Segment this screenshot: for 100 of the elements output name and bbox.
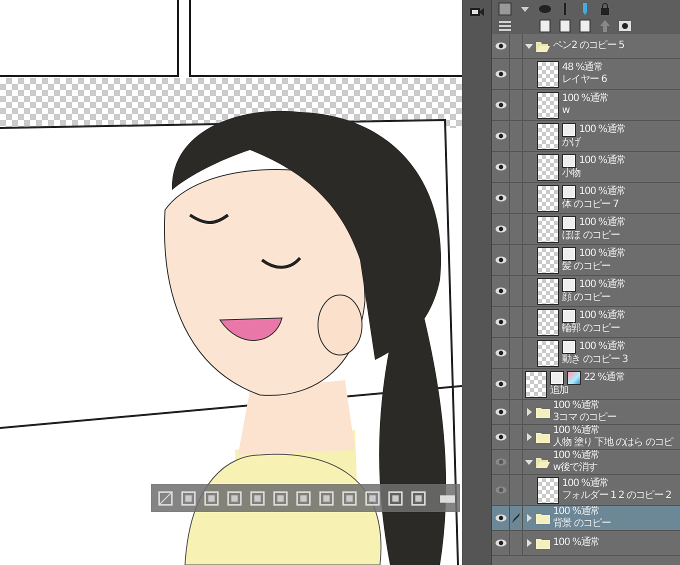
- eye-icon[interactable]: [494, 433, 506, 441]
- mask-thumbnail: [562, 185, 576, 199]
- blend-opacity-label: 100 %通常: [579, 217, 626, 229]
- blend-opacity-label: 100 %通常: [579, 310, 626, 322]
- eye-icon[interactable]: [494, 132, 506, 140]
- eye-icon[interactable]: [494, 225, 506, 233]
- layer-name: 3コマ のコピー: [553, 412, 616, 424]
- mask-thumbnail: [550, 371, 564, 385]
- layer-row[interactable]: 100 %通常 w: [492, 90, 680, 121]
- layer-name: レイヤー 6: [562, 74, 607, 86]
- layer-name: 髪 のコピー: [562, 261, 612, 273]
- blend-opacity-label: 100 %通常: [579, 248, 626, 260]
- folder-icon: [536, 432, 550, 442]
- new-page-icon[interactable]: [538, 18, 552, 32]
- eye-icon[interactable]: [494, 349, 506, 357]
- folder-icon: [536, 456, 550, 468]
- expand-arrow-icon[interactable]: [525, 514, 533, 522]
- layer-row[interactable]: ペン2 のコピー 5: [492, 34, 680, 59]
- pen-icon: [511, 512, 521, 524]
- layer-row[interactable]: 100 %通常 人物 塗り 下地 のはら のコピ: [492, 425, 680, 450]
- blend-opacity-label: 100 %通常: [579, 124, 626, 136]
- layer-row[interactable]: 100 %通常 w後で消す: [492, 450, 680, 475]
- mask-thumbnail: [562, 247, 576, 261]
- layer-row[interactable]: 100 %通常 3コマ のコピー: [492, 400, 680, 425]
- layer-row[interactable]: 100 %通常 小物: [492, 152, 680, 183]
- expand-arrow-icon[interactable]: [525, 539, 533, 547]
- eye-icon[interactable]: [494, 539, 506, 547]
- eye-icon[interactable]: [494, 70, 506, 78]
- layer-name: 動き のコピー 3: [562, 354, 628, 366]
- layer-thumbnail: [537, 476, 559, 504]
- layer-row[interactable]: 100 %通常 輪郭 のコピー: [492, 307, 680, 338]
- mask-thumbnail: [562, 154, 576, 168]
- layer-name: 顔 のコピー: [562, 292, 612, 304]
- mask-thumbnail: [562, 309, 576, 323]
- camera-icon[interactable]: [468, 6, 484, 18]
- blend-opacity-label: 100 %通常: [553, 537, 600, 549]
- eye-icon[interactable]: [494, 42, 506, 50]
- blend-opacity-label: 22 %通常: [584, 372, 625, 384]
- layer-row[interactable]: 22 %通常 追加: [492, 369, 680, 400]
- mask-thumbnail: [562, 123, 576, 137]
- eye-icon[interactable]: [494, 318, 506, 326]
- layer-row[interactable]: 100 %通常 ほほ のコピー: [492, 214, 680, 245]
- eye-icon[interactable]: [494, 194, 506, 202]
- folder-icon: [536, 512, 550, 524]
- expand-arrow-icon[interactable]: [525, 408, 533, 416]
- layer-name: w後で消す: [553, 462, 598, 474]
- folder-icon: [536, 406, 550, 418]
- new-page-icon[interactable]: [558, 18, 572, 32]
- layer-row[interactable]: 48 %通常 レイヤー 6: [492, 59, 680, 90]
- blend-opacity-label: 100 %通常: [562, 93, 608, 105]
- diagonal-tool-icon[interactable]: [157, 490, 174, 506]
- blend-opacity-label: 100 %通常: [553, 400, 600, 412]
- mask-icon[interactable]: [618, 18, 632, 32]
- eye-icon[interactable]: [494, 380, 506, 388]
- layer-thumbnail: [525, 370, 547, 398]
- layer-row[interactable]: 100 %通常 髪 のコピー: [492, 245, 680, 276]
- blend-opacity-label: 100 %通常: [553, 506, 600, 518]
- layers-icon[interactable]: [498, 18, 512, 32]
- layer-thumbnail: [537, 122, 559, 150]
- eye-icon[interactable]: [494, 287, 506, 295]
- eye-icon[interactable]: [494, 101, 506, 109]
- layer-thumbnail: [537, 278, 559, 304]
- layer-name: フォルダー 1 2 のコピー 2: [562, 490, 672, 502]
- color-thumbnail: [567, 371, 581, 385]
- eye-icon[interactable]: [494, 408, 506, 416]
- layer-name: 輪郭 のコピー: [562, 323, 621, 335]
- blend-opacity-label: 100 %通常: [579, 155, 626, 167]
- layer-row[interactable]: 100 %通常 体 のコピー 7: [492, 183, 680, 214]
- eye-icon[interactable]: [494, 163, 506, 171]
- blend-opacity-label: 100 %通常: [579, 279, 626, 291]
- layer-row[interactable]: 100 %通常 顔 のコピー: [492, 276, 680, 307]
- expand-arrow-icon[interactable]: [525, 42, 533, 50]
- layer-name: 追加: [550, 385, 570, 397]
- layer-thumbnail: [537, 308, 559, 336]
- layer-row[interactable]: 100 %通常 フォルダー 1 2 のコピー 2: [492, 475, 680, 506]
- expand-arrow-icon[interactable]: [525, 433, 533, 441]
- layer-thumbnail: [537, 340, 559, 366]
- layer-name: かげ: [562, 137, 582, 149]
- mask-thumbnail: [562, 340, 576, 354]
- folder-icon: [536, 538, 550, 548]
- blend-opacity-label: 100 %通常: [553, 425, 600, 437]
- layer-row[interactable]: 100 %通常 動き のコピー 3: [492, 338, 680, 369]
- layer-thumbnail: [537, 216, 559, 242]
- eye-icon[interactable]: [494, 514, 506, 522]
- layer-row[interactable]: 100 %通常 背景 のコピー: [492, 506, 680, 531]
- color-swatch-icon[interactable]: [498, 2, 512, 16]
- layer-name: ペン2 のコピー 5: [553, 40, 624, 52]
- mask-thumbnail: [562, 278, 576, 292]
- lock-icon[interactable]: [598, 2, 612, 16]
- copy-pages-icon[interactable]: [578, 18, 592, 32]
- eye-icon[interactable]: [494, 256, 506, 264]
- layer-row[interactable]: 100 %通常: [492, 531, 680, 556]
- blend-opacity-label: 100 %通常: [579, 186, 626, 198]
- folder-icon: [536, 40, 550, 52]
- layer-name: ほほ のコピー: [562, 230, 621, 242]
- layer-thumbnail: [537, 246, 559, 274]
- expand-arrow-icon[interactable]: [525, 458, 533, 466]
- layer-name: 体 のコピー 7: [562, 199, 620, 211]
- layer-thumbnail: [537, 154, 559, 180]
- layer-row[interactable]: 100 %通常 かげ: [492, 121, 680, 152]
